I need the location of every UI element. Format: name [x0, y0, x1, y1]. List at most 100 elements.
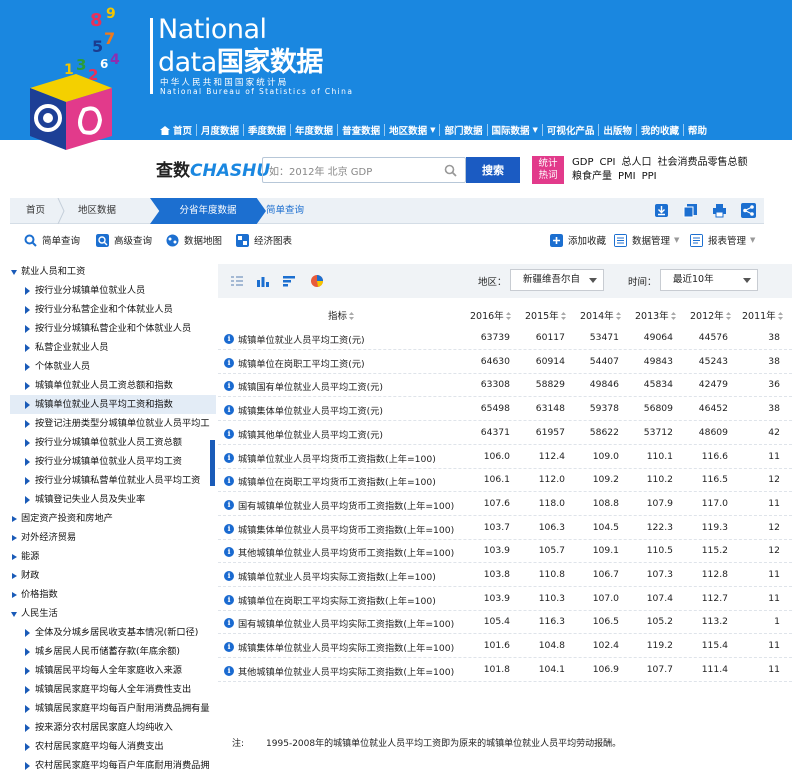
- tree-item[interactable]: 按行业分私营企业和个体就业人员: [10, 300, 216, 319]
- indicator-name[interactable]: i 城镇集体单位就业人员平均实际工资指数(上年=100): [224, 640, 454, 654]
- nav-home[interactable]: 首页: [156, 123, 196, 137]
- tree-category[interactable]: 能源: [10, 547, 216, 566]
- indicator-name[interactable]: i 城镇单位在岗职工平均工资(元): [224, 356, 365, 370]
- hot-word-link[interactable]: PMI: [618, 171, 636, 182]
- tree-category[interactable]: 就业人员和工资: [10, 262, 216, 281]
- tree-item[interactable]: 全体及分城乡居民收支基本情况(新口径): [10, 623, 216, 642]
- tree-item[interactable]: 城镇居民家庭平均每百户耐用消费品拥有量: [10, 699, 216, 718]
- tree-item[interactable]: 城镇单位就业人员平均工资和指数: [10, 395, 216, 414]
- nav-census[interactable]: 普查数据: [338, 123, 384, 137]
- sidebar-scrollbar[interactable]: [210, 440, 215, 486]
- indicator-name[interactable]: i 城镇单位就业人员平均工资(元): [224, 332, 365, 346]
- tree-item[interactable]: 按行业分城镇私营单位就业人员平均工资: [10, 471, 216, 490]
- tree-category[interactable]: 固定资产投资和房地产: [10, 509, 216, 528]
- info-icon[interactable]: i: [224, 523, 234, 534]
- hot-word-link[interactable]: 社会消费品零售总额: [657, 157, 747, 168]
- indicator-name[interactable]: i 城镇单位在岗职工平均实际工资指数(上年=100): [224, 593, 436, 607]
- simple-query-button[interactable]: 简单查询: [24, 233, 80, 247]
- search-icon[interactable]: [444, 164, 457, 177]
- bar-chart-icon[interactable]: [256, 274, 270, 288]
- indicator-name[interactable]: i 城镇单位在岗职工平均货币工资指数(上年=100): [224, 474, 436, 488]
- year-column-header[interactable]: 2013年: [635, 308, 676, 322]
- indicator-name[interactable]: i 城镇其他单位就业人员平均工资(元): [224, 427, 383, 441]
- indicator-name[interactable]: i 其他城镇单位就业人员平均货币工资指数(上年=100): [224, 545, 454, 559]
- report-manage-button[interactable]: 报表管理 ▼: [690, 233, 755, 247]
- info-icon[interactable]: i: [224, 571, 234, 581]
- nav-visualization[interactable]: 可视化产品: [543, 123, 599, 137]
- info-icon[interactable]: i: [224, 642, 234, 653]
- info-icon[interactable]: i: [224, 381, 234, 392]
- copy-icon[interactable]: [683, 203, 698, 218]
- info-icon[interactable]: i: [224, 476, 234, 487]
- print-icon[interactable]: [712, 203, 727, 218]
- tree-item[interactable]: 按行业分城镇单位就业人员工资总额: [10, 433, 216, 452]
- info-icon[interactable]: i: [224, 499, 234, 510]
- add-favorite-button[interactable]: 添加收藏: [550, 233, 606, 247]
- tree-item[interactable]: 按登记注册类型分城镇单位就业人员平均工: [10, 414, 216, 433]
- nav-regional[interactable]: 地区数据 ▼: [385, 123, 439, 137]
- hot-word-link[interactable]: CPI: [599, 157, 615, 168]
- tree-item[interactable]: 农村居民家庭平均每人消费支出: [10, 737, 216, 756]
- year-column-header[interactable]: 2015年: [525, 308, 566, 322]
- nav-help[interactable]: 帮助: [684, 123, 711, 137]
- info-icon[interactable]: i: [224, 334, 234, 344]
- info-icon[interactable]: i: [224, 594, 234, 605]
- tree-item[interactable]: 城镇登记失业人员及失业率: [10, 490, 216, 509]
- tree-category[interactable]: 人民生活: [10, 604, 216, 623]
- info-icon[interactable]: i: [224, 547, 234, 558]
- horizontal-bar-icon[interactable]: [282, 274, 296, 288]
- indicator-name[interactable]: i 城镇国有单位就业人员平均工资(元): [224, 379, 383, 393]
- indicator-column-header[interactable]: 指标: [328, 308, 355, 322]
- hot-word-link[interactable]: 粮食产量: [572, 171, 612, 182]
- breadcrumb-simple-query[interactable]: 简单查询: [266, 198, 304, 224]
- tree-item[interactable]: 城乡居民人民币储蓄存款(年底余额): [10, 642, 216, 661]
- nav-international[interactable]: 国际数据 ▼: [488, 123, 542, 137]
- tree-item[interactable]: 按行业分城镇单位就业人员: [10, 281, 216, 300]
- pie-chart-icon[interactable]: [310, 274, 324, 288]
- data-map-button[interactable]: 数据地图: [166, 233, 222, 247]
- nav-annual[interactable]: 年度数据: [291, 123, 337, 137]
- hot-word-link[interactable]: PPI: [642, 171, 657, 182]
- tree-item[interactable]: 城镇居民家庭平均每人全年消费性支出: [10, 680, 216, 699]
- breadcrumb-provincial-annual[interactable]: 分省年度数据: [150, 198, 266, 224]
- year-column-header[interactable]: 2011年: [742, 308, 783, 322]
- time-select[interactable]: 最近10年: [660, 269, 758, 291]
- breadcrumb-home[interactable]: 首页: [26, 198, 45, 224]
- hot-word-link[interactable]: GDP: [572, 157, 593, 168]
- region-select[interactable]: 新疆维吾尔自: [510, 269, 604, 291]
- download-icon[interactable]: [654, 203, 669, 218]
- search-button[interactable]: 搜索: [466, 157, 520, 183]
- indicator-name[interactable]: i 国有城镇单位就业人员平均实际工资指数(上年=100): [224, 616, 454, 630]
- indicator-name[interactable]: i 城镇集体单位就业人员平均工资(元): [224, 403, 383, 417]
- info-icon[interactable]: i: [224, 428, 234, 439]
- year-column-header[interactable]: 2016年: [470, 308, 511, 322]
- tree-item[interactable]: 按来源分农村居民家庭人均纯收入: [10, 718, 216, 737]
- tree-category[interactable]: 财政: [10, 566, 216, 585]
- nav-favorites[interactable]: 我的收藏: [637, 123, 683, 137]
- econ-chart-button[interactable]: 经济图表: [236, 233, 292, 247]
- info-icon[interactable]: i: [224, 452, 234, 463]
- search-input[interactable]: 如：2012年 北京 GDP: [262, 157, 466, 183]
- nav-department[interactable]: 部门数据: [440, 123, 486, 137]
- tree-item[interactable]: 个体就业人员: [10, 357, 216, 376]
- info-icon[interactable]: i: [224, 665, 234, 676]
- info-icon[interactable]: i: [224, 618, 234, 629]
- nav-quarterly[interactable]: 季度数据: [244, 123, 290, 137]
- info-icon[interactable]: i: [224, 357, 234, 368]
- year-column-header[interactable]: 2014年: [580, 308, 621, 322]
- data-manage-button[interactable]: 数据管理 ▼: [614, 233, 679, 247]
- indicator-name[interactable]: i 其他城镇单位就业人员平均实际工资指数(上年=100): [224, 664, 454, 678]
- tree-item[interactable]: 按行业分城镇单位就业人员平均工资: [10, 452, 216, 471]
- indicator-name[interactable]: i 城镇单位就业人员平均实际工资指数(上年=100): [224, 569, 436, 583]
- share-icon[interactable]: [741, 203, 756, 218]
- tree-category[interactable]: 价格指数: [10, 585, 216, 604]
- hot-word-link[interactable]: 总人口: [621, 157, 651, 168]
- tree-item[interactable]: 农村居民家庭平均每百户年底耐用消费品拥: [10, 756, 216, 775]
- indicator-name[interactable]: i 城镇单位就业人员平均货币工资指数(上年=100): [224, 451, 436, 465]
- nav-monthly[interactable]: 月度数据: [197, 123, 243, 137]
- nav-publications[interactable]: 出版物: [599, 123, 636, 137]
- indicator-name[interactable]: i 城镇集体单位就业人员平均货币工资指数(上年=100): [224, 522, 454, 536]
- info-icon[interactable]: i: [224, 405, 234, 416]
- advanced-query-button[interactable]: 高级查询: [96, 233, 152, 247]
- table-view-icon[interactable]: [230, 274, 244, 288]
